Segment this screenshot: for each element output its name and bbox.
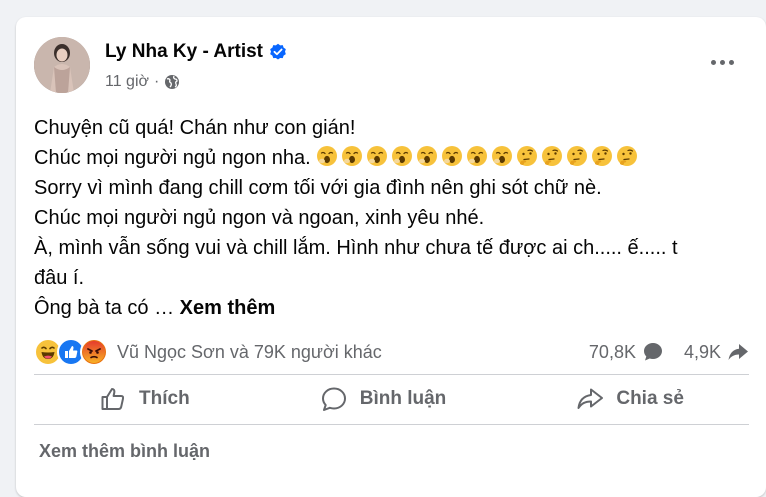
comment-button[interactable]: Bình luận bbox=[300, 381, 467, 417]
author-avatar[interactable] bbox=[34, 37, 90, 93]
divider bbox=[34, 374, 749, 375]
view-more-comments-link[interactable]: Xem thêm bình luận bbox=[39, 441, 210, 462]
dot-icon bbox=[719, 59, 725, 65]
verified-badge-icon bbox=[270, 43, 286, 60]
reaction-icons[interactable] bbox=[34, 338, 108, 366]
globe-icon bbox=[165, 75, 180, 89]
reaction-names[interactable]: Vũ Ngọc Sơn và 79K người khác bbox=[117, 342, 382, 363]
yawning-face-emoji-icon bbox=[442, 146, 463, 166]
thinking-face-emoji-icon bbox=[567, 146, 588, 166]
post-line-with-link: Ông bà ta có … Xem thêm bbox=[34, 293, 754, 323]
share-button[interactable]: Chia sẻ bbox=[556, 381, 704, 417]
author-name[interactable]: Ly Nha Ky - Artist bbox=[105, 41, 263, 63]
dot-icon bbox=[710, 59, 716, 65]
share-count[interactable]: 4,9K bbox=[684, 342, 721, 363]
meta-separator: · bbox=[154, 73, 160, 90]
post-line: Ông bà ta có … bbox=[34, 297, 175, 319]
engagement-counts: 70,8K 4,9K bbox=[589, 341, 749, 363]
comment-bubble-icon bbox=[643, 343, 662, 361]
post-card: Ly Nha Ky - Artist 11 giờ · Chuyện cũ qu… bbox=[16, 17, 766, 497]
yawning-face-emoji-icon bbox=[467, 146, 488, 166]
thinking-face-emoji-icon bbox=[542, 146, 563, 166]
post-line: Chúc mọi người ngủ ngon nha. bbox=[34, 147, 311, 169]
share-icon bbox=[577, 388, 604, 409]
action-bar: Thích Bình luận Chia sẻ bbox=[34, 379, 749, 419]
post-line: đâu í. bbox=[34, 267, 85, 289]
thumbs-up-icon bbox=[101, 388, 125, 410]
comment-label: Bình luận bbox=[359, 388, 447, 409]
more-options-button[interactable] bbox=[702, 52, 742, 72]
yawning-face-emoji-icon bbox=[492, 146, 513, 166]
post-line: Sorry vì mình đang chill cơm tối với gia… bbox=[34, 177, 602, 199]
post-timestamp[interactable]: 11 giờ bbox=[105, 73, 149, 91]
post-line: Chuyện cũ quá! Chán như con gián! bbox=[34, 117, 356, 139]
comment-icon bbox=[321, 387, 346, 411]
yawning-face-emoji-icon bbox=[317, 146, 338, 166]
reactions-bar: Vũ Ngọc Sơn và 79K người khác 70,8K 4,9K bbox=[34, 337, 749, 367]
like-label: Thích bbox=[139, 388, 190, 409]
post-line: Chúc mọi người ngủ ngon và ngoan, xinh y… bbox=[34, 207, 485, 229]
yawning-face-emoji-icon bbox=[367, 146, 388, 166]
like-button[interactable]: Thích bbox=[79, 381, 210, 417]
thinking-face-emoji-icon bbox=[517, 146, 538, 166]
post-body: Chuyện cũ quá! Chán như con gián! Chúc m… bbox=[34, 113, 754, 323]
yawning-face-emoji-icon bbox=[342, 146, 363, 166]
yawning-face-emoji-icon bbox=[417, 146, 438, 166]
divider bbox=[34, 424, 749, 425]
thinking-face-emoji-icon bbox=[592, 146, 613, 166]
see-more-link[interactable]: Xem thêm bbox=[180, 297, 276, 319]
post-line-with-emoji: Chúc mọi người ngủ ngon nha. bbox=[34, 143, 754, 173]
post-meta: 11 giờ · bbox=[105, 73, 180, 91]
avatar-photo bbox=[34, 37, 90, 93]
author-row: Ly Nha Ky - Artist bbox=[105, 41, 287, 63]
dot-icon bbox=[728, 59, 734, 65]
share-label: Chia sẻ bbox=[616, 388, 684, 409]
yawning-face-emoji-icon bbox=[392, 146, 413, 166]
share-arrow-icon bbox=[728, 344, 748, 360]
comment-count[interactable]: 70,8K bbox=[589, 342, 636, 363]
thinking-face-emoji-icon bbox=[617, 146, 638, 166]
emoji-row bbox=[316, 146, 641, 169]
post-line: À, mình vẫn sống vui và chill lắm. Hình … bbox=[34, 237, 678, 259]
angry-icon bbox=[80, 338, 108, 366]
